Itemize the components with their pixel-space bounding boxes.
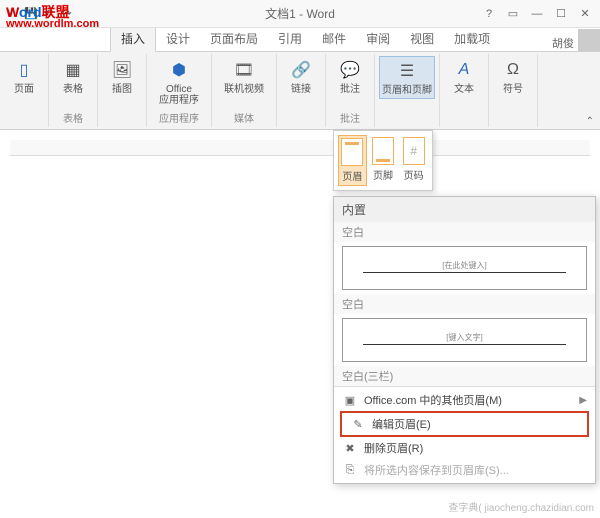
group-pages: ▯ 页面 [0, 54, 49, 127]
save-gallery-icon: ⎘ [342, 462, 358, 478]
tab-addins[interactable]: 加载项 [444, 26, 500, 51]
group-media: 🎞 联机视频 媒体 [212, 54, 277, 127]
header-footer-button[interactable]: ☰ 页眉和页脚 [379, 56, 435, 99]
symbol-button[interactable]: Ω 符号 [493, 56, 533, 97]
edit-icon: ✎ [350, 416, 366, 432]
group-header-footer: ☰ 页眉和页脚 [375, 54, 440, 127]
picture-button[interactable]: 🖼 插图 [102, 56, 142, 97]
tab-layout[interactable]: 页面布局 [200, 26, 268, 51]
account-name[interactable]: 胡俊 [552, 35, 574, 51]
header-gallery: 内置 空白 [在此处键入] 空白 [键入文字] 空白(三栏) ▣ Office.… [333, 196, 596, 484]
close-icon[interactable]: ✕ [574, 3, 596, 25]
gallery-blank2-label: 空白 [334, 294, 595, 314]
highlight-box: ✎ 编辑页眉(E) [340, 411, 589, 437]
window-title: 文档1 - Word [265, 5, 335, 22]
collapse-ribbon-icon[interactable]: ⌃ [586, 116, 594, 127]
dropdown-header[interactable]: 页眉 [338, 135, 367, 186]
menu-edit-header[interactable]: ✎ 编辑页眉(E) [342, 413, 587, 435]
group-text: A 文本 [440, 54, 489, 127]
menu-save-header[interactable]: ⎘ 将所选内容保存到页眉库(S)... [334, 459, 595, 481]
group-symbols: Ω 符号 [489, 54, 538, 127]
dropdown-footer[interactable]: 页脚 [369, 135, 398, 186]
group-label-table: 表格 [63, 110, 83, 125]
pages-button[interactable]: ▯ 页面 [4, 56, 44, 97]
link-button[interactable]: 🔗 链接 [281, 56, 321, 97]
menu-office-more[interactable]: ▣ Office.com 中的其他页眉(M) ▶ [334, 389, 595, 411]
gallery-builtin-label: 内置 [334, 197, 595, 222]
office-apps-button[interactable]: ⬢ Office 应用程序 [151, 56, 207, 108]
avatar[interactable] [578, 29, 600, 51]
dropdown-pagenum[interactable]: # 页码 [399, 135, 428, 186]
tab-insert[interactable]: 插入 [110, 25, 156, 52]
ruler [10, 140, 590, 156]
online-video-button[interactable]: 🎞 联机视频 [216, 56, 272, 97]
page-number-icon: # [403, 137, 425, 165]
tab-mail[interactable]: 邮件 [312, 26, 356, 51]
preview-text: [键入文字] [363, 331, 566, 345]
group-apps: ⬢ Office 应用程序 应用程序 [147, 54, 212, 127]
ribbon-options-icon[interactable]: ▭ [502, 3, 524, 25]
site-watermark: 查字典( jiaocheng.chazidian.com [448, 499, 594, 514]
group-illustrations: 🖼 插图 [98, 54, 147, 127]
office-icon: ▣ [342, 392, 358, 408]
table-button[interactable]: ▦ 表格 [53, 56, 93, 97]
gallery-menu: ▣ Office.com 中的其他页眉(M) ▶ ✎ 编辑页眉(E) ✖ 删除页… [334, 386, 595, 483]
tab-review[interactable]: 审阅 [356, 26, 400, 51]
maximize-icon[interactable]: ☐ [550, 3, 572, 25]
group-tables: ▦ 表格 表格 [49, 54, 98, 127]
ribbon-tabs: 插入 设计 页面布局 引用 邮件 审阅 视图 加载项 胡俊 [0, 28, 600, 52]
tab-design[interactable]: 设计 [156, 26, 200, 51]
ribbon: ▯ 页面 ▦ 表格 表格 🖼 插图 ⬢ Office 应用程序 应 [0, 52, 600, 130]
group-label-media: 媒体 [234, 110, 254, 125]
page-footer-icon [372, 137, 394, 165]
tab-references[interactable]: 引用 [268, 26, 312, 51]
menu-delete-header[interactable]: ✖ 删除页眉(R) [334, 437, 595, 459]
page-header-icon [341, 138, 363, 166]
delete-icon: ✖ [342, 440, 358, 456]
comment-button[interactable]: 💬 批注 [330, 56, 370, 97]
group-label-apps: 应用程序 [159, 110, 199, 125]
gallery-preview-blank1[interactable]: [在此处键入] [342, 246, 587, 290]
group-label-comment: 批注 [340, 110, 360, 125]
gallery-preview-blank2[interactable]: [键入文字] [342, 318, 587, 362]
text-button[interactable]: A 文本 [444, 56, 484, 97]
gallery-blank3-label: 空白(三栏) [334, 366, 595, 386]
title-controls: ? ▭ — ☐ ✕ [478, 3, 596, 25]
group-comments: 💬 批注 批注 [326, 54, 375, 127]
help-icon[interactable]: ? [478, 3, 500, 25]
watermark-url: www.wordlm.com [6, 18, 99, 30]
minimize-icon[interactable]: — [526, 3, 548, 25]
gallery-blank1-label: 空白 [334, 222, 595, 242]
tab-view[interactable]: 视图 [400, 26, 444, 51]
preview-text: [在此处键入] [363, 259, 566, 273]
group-links: 🔗 链接 [277, 54, 326, 127]
header-footer-dropdown: 页眉 页脚 # 页码 [333, 130, 433, 191]
submenu-arrow-icon: ▶ [579, 395, 587, 406]
